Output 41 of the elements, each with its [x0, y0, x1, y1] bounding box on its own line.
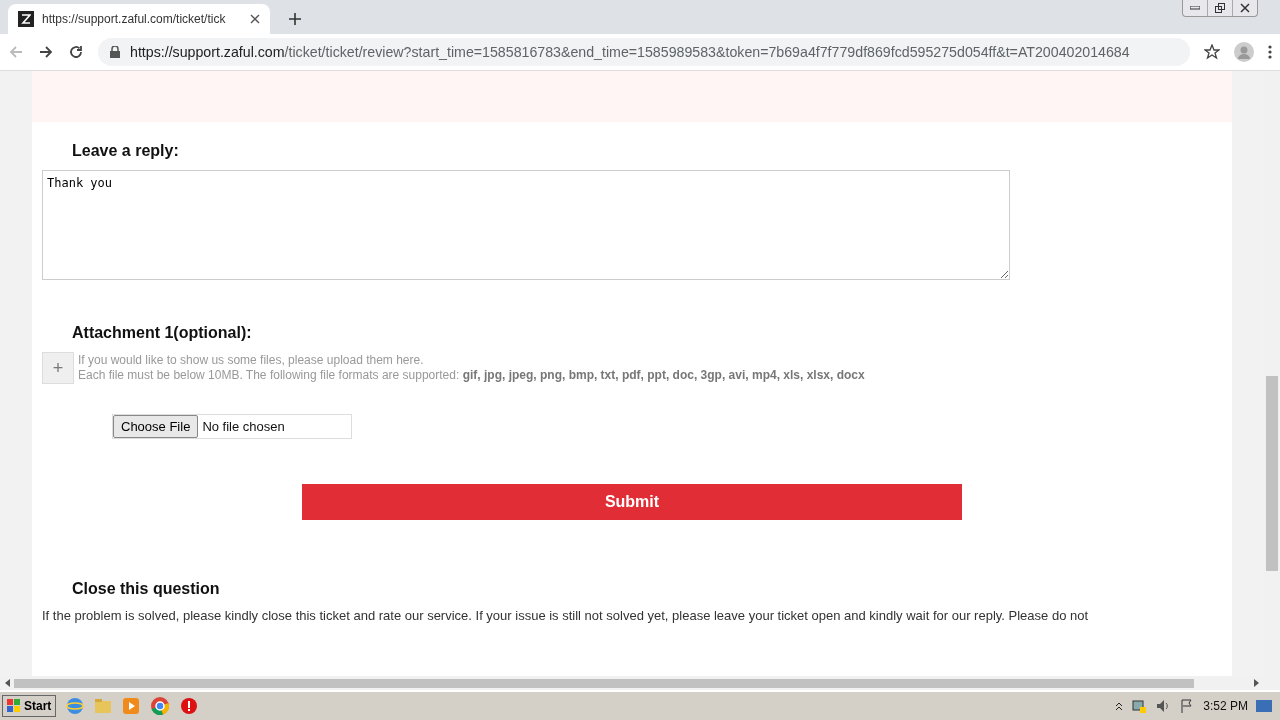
network-icon[interactable] — [1131, 698, 1148, 714]
profile-avatar-icon[interactable] — [1234, 42, 1254, 62]
scrollbar-thumb[interactable] — [1266, 376, 1278, 571]
file-format-note: Each file must be below 10MB. The following file formats are supported: gif, jpg, jpeg, png, bmp, txt, pdf, ppt, doc, 3gp, avi, mp4, xls, xlsx, docx — [78, 368, 865, 383]
scroll-left-icon[interactable] — [4, 679, 12, 687]
reply-field[interactable]: Thank you — [42, 170, 1010, 280]
upload-hint: If you would like to show us some files, please upload them here. — [78, 353, 425, 368]
reload-icon[interactable] — [68, 44, 84, 60]
show-desktop-icon[interactable] — [1256, 699, 1272, 713]
media-player-icon[interactable] — [122, 697, 141, 715]
add-attachment-button[interactable]: + — [42, 352, 74, 384]
file-field[interactable]: Choose File No file chosen — [112, 414, 352, 439]
url-text: https://support.zaful.com/ticket/ticket/review?start_time=1585816783&end_time=1585989583&token=7b69a4f7f779df869fcd595275d054ff&t=AT200402014684 — [130, 44, 1130, 60]
attachment-heading: Attachment 1(optional): — [72, 324, 253, 342]
submit-button[interactable]: Submit — [302, 484, 962, 520]
menu-icon[interactable] — [1268, 44, 1272, 60]
browser-tab[interactable]: https://support.zaful.com/ticket/tick — [8, 4, 270, 34]
restore-icon — [1215, 3, 1225, 13]
new-tab-icon[interactable] — [288, 12, 302, 26]
scrollbar-thumb[interactable] — [14, 678, 1194, 688]
star-icon[interactable] — [1204, 44, 1220, 60]
minimize-icon — [1190, 6, 1200, 10]
clock-time: 3:52 PM — [1203, 699, 1248, 713]
stop-sign-icon[interactable] — [180, 697, 199, 715]
close-icon — [1240, 3, 1250, 13]
chrome-icon[interactable] — [150, 696, 171, 716]
choose-file-button[interactable]: Choose File — [113, 415, 199, 438]
address-bar[interactable]: https://support.zaful.com/ticket/ticket/review?start_time=1585816783&end_time=1585989583&token=7b69a4f7f779df869fcd595275d054ff&t=AT200402014684 — [98, 38, 1190, 66]
site-logo-icon — [18, 11, 34, 27]
start-button[interactable]: Start — [2, 695, 57, 717]
close-icon[interactable] — [250, 14, 260, 24]
lock-icon — [110, 46, 120, 58]
tray-expand-icon[interactable] — [1115, 701, 1124, 711]
close-description: If the problem is solved, please kindly close this ticket and rate our service. If your issue is still not solved yet, please leave your ticket open and kindly wait for our reply. Please do not — [42, 608, 1090, 623]
forward-icon[interactable] — [38, 44, 54, 60]
scroll-right-icon[interactable] — [1252, 679, 1260, 687]
close-heading: Close this question — [72, 580, 221, 598]
tab-title: https://support.zaful.com/ticket/tick — [42, 12, 227, 26]
reply-heading: Leave a reply: — [72, 142, 180, 160]
file-status: No file chosen — [201, 418, 286, 436]
windows-logo-icon — [7, 699, 21, 713]
